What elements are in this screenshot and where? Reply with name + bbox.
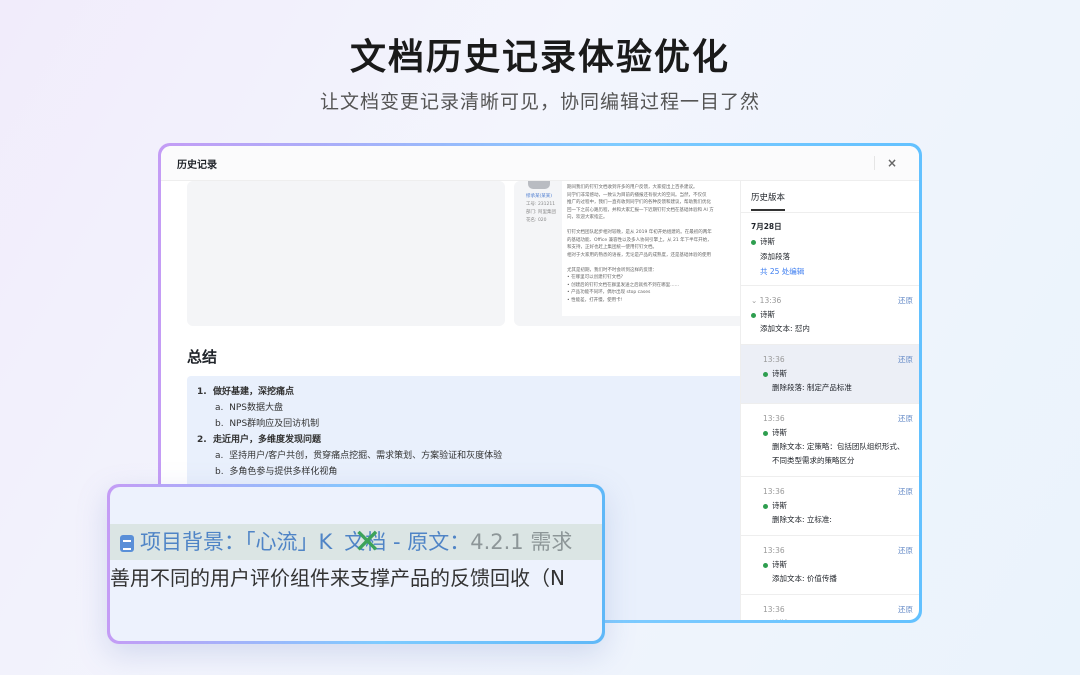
list-text: 多角色参与提供多样化视角 — [229, 467, 338, 477]
list-text: NPS数据大盘 — [229, 403, 283, 413]
history-item[interactable]: ⌄ 13:36 还原诗斯添加文本: 怼内 — [741, 286, 919, 345]
restore-button[interactable]: 还原 — [898, 544, 913, 558]
doc-bullet: 在哪里可以创建钉钉文档? — [571, 275, 623, 280]
cursor-x-icon: ✕ — [353, 522, 382, 562]
doc-bullet: 性能差，打开慢，使用卡! — [571, 297, 623, 303]
doc-line: 向，欢迎大家指正。 — [567, 215, 608, 220]
user-dot-icon — [763, 430, 768, 436]
history-item[interactable]: 13:36 还原诗斯删除文本: 立标准: — [741, 477, 919, 536]
author-name[interactable]: 缪承某(某某) — [526, 193, 556, 201]
doc-bullet: 创建后的钉钉文档在群里发送之后就找不到在哪里…… — [571, 282, 680, 288]
meta-line: 工号: 231211 — [526, 202, 556, 207]
user-dot-icon — [751, 312, 756, 318]
user-name: 诗斯 — [760, 237, 775, 246]
action-text: 添加段落 — [760, 252, 790, 261]
list-marker: 1. — [197, 387, 207, 397]
history-item[interactable]: 13:36还原诗斯删除文本: 立标准、定策略、解决重点 — [741, 595, 919, 620]
summary-item: a. NPS数据大盘 — [197, 400, 737, 416]
chevron-down-icon[interactable]: ⌄ — [751, 296, 760, 305]
close-icon[interactable]: × — [873, 156, 897, 170]
user-name: 诗斯 — [772, 501, 787, 510]
history-time: 13:36 — [763, 355, 785, 364]
restore-button[interactable]: 还原 — [898, 412, 913, 426]
list-marker: a. — [215, 451, 224, 461]
zoom-callout: 项目背景：「心流」K 文档 - 原文：4.2.1 需求 ✕ 善用不同的用户评价组件… — [107, 484, 605, 644]
summary-heading: 总结 — [187, 348, 218, 366]
doc-text: 期间我们的钉钉文档收到许多的用户反馈，大家提出上百条建议。同学们非常感动，一致认… — [562, 181, 740, 316]
restore-button[interactable]: 还原 — [898, 353, 913, 367]
list-text: 走近用户，多维度发现问题 — [212, 435, 321, 445]
meta-line: 花名: 020 — [526, 218, 547, 223]
meta-line: 部门: 阿里集团 — [526, 210, 556, 215]
summary-item: b. 多角色参与提供多样化视角 — [197, 464, 737, 480]
restore-button[interactable]: 还原 — [898, 294, 913, 308]
callout-text: 项目背景：「心流」K — [140, 530, 333, 554]
history-day-group[interactable]: 7月28日 诗斯 添加段落 共 25 处编辑 — [741, 213, 919, 286]
callout-text: 4.2.1 需求 — [470, 530, 573, 554]
doc-card: 缪承某(某某) 工号: 231211 部门: 阿里集团 花名: 020 期间我们… — [514, 181, 740, 326]
list-text: 做好基建，深挖痛点 — [212, 387, 294, 397]
hero-subtitle: 让文档变更记录清晰可见，协同编辑过程一目了然 — [319, 91, 760, 113]
avatar — [528, 181, 550, 189]
history-time: 13:36 — [759, 296, 782, 305]
doc-line — [567, 222, 740, 230]
list-marker: b. — [215, 419, 224, 429]
doc-line: 同学们非常感动，一致认为目前的播报还有很大的空间。当然，不仅仅 — [567, 192, 707, 198]
history-panel: 历史版本 7月28日 诗斯 添加段落 共 25 处编辑 ⌄ 13:36 还原 诗斯添… — [740, 181, 919, 620]
user-dot-icon — [763, 562, 768, 568]
doc-line: 尤其是初期，我们时不时会听到这样的反馈： — [567, 267, 657, 273]
history-time: 13:36 — [763, 414, 785, 423]
list-marker: a. — [215, 403, 224, 413]
history-time: 13:36 — [763, 546, 785, 555]
action-text: 添加文本: 怼内 — [760, 324, 810, 333]
hero-title: 文档历史记录体验优化 — [349, 37, 730, 78]
user-name: 诗斯 — [772, 369, 787, 378]
summary-item: 1. 做好基建，深挖痛点 — [197, 384, 737, 400]
user-name: 诗斯 — [772, 560, 787, 569]
action-text: 删除文本: 立标准: — [772, 515, 832, 524]
history-item[interactable]: 13:36 还原诗斯删除段落: 制定产品标准 — [741, 345, 919, 404]
history-item[interactable]: 13:36 还原诗斯删除文本: 定策略：包括团队组织形式、不同类型需求的策略区分 — [741, 404, 919, 477]
list-marker: b. — [215, 467, 224, 477]
date-label: 7月28日 — [751, 222, 782, 231]
action-text: 添加文本: 价值传播 — [772, 574, 837, 583]
summary-item: b. NPS群响应及回访机制 — [197, 416, 737, 432]
doc-line: 推广的过程中，我们一直有收到同学们的各种反馈和建议，帮助我们优化 — [567, 200, 711, 205]
doc-line — [567, 259, 740, 267]
action-text: 删除段落: 制定产品标准 — [772, 383, 852, 392]
list-text: 坚持用户/客户共创，贯穿痛点挖掘、需求策划、方案验证和灰度体验 — [229, 451, 503, 461]
restore-button[interactable]: 还原 — [898, 485, 913, 499]
doc-line: 期间我们的钉钉文档收到许多的用户反馈，大家提出上百条建议。 — [567, 185, 698, 190]
list-text: NPS群响应及回访机制 — [229, 419, 320, 429]
edits-count-link[interactable]: 共 25 处编辑 — [751, 264, 909, 279]
author-meta: 缪承某(某某) 工号: 231211 部门: 阿里集团 花名: 020 — [526, 193, 556, 225]
doc-line: 回一下之前心路历程，并和大家汇报一下近期钉钉文档在基础体验和 AI 方 — [567, 207, 714, 213]
history-item[interactable]: 13:36 还原诗斯添加文本: 价值传播 — [741, 536, 919, 595]
window-header: 历史记录 × — [161, 146, 919, 181]
doc-bullet: 产品功能不同环，偶尔出现 stop cases — [571, 290, 651, 295]
user-dot-icon — [763, 371, 768, 377]
user-dot-icon — [763, 503, 768, 509]
restore-button[interactable]: 还原 — [898, 603, 913, 617]
doc-line: 和支持，正好也赶上集团统一使用钉钉文档。 — [567, 245, 657, 250]
doc-line: 钉钉文档团队起步相对较晚，是从 2019 年初开始组建的。在最初的两年 — [567, 230, 712, 235]
history-time: 13:36 — [763, 487, 785, 496]
callout-body-text: 善用不同的用户评价组件来支撑产品的反馈回收（N — [110, 566, 565, 590]
user-name: 诗斯 — [772, 428, 787, 437]
summary-item: a. 坚持用户/客户共创，贯穿痛点挖掘、需求策划、方案验证和灰度体验 — [197, 448, 737, 464]
user-name: 诗斯 — [772, 619, 787, 620]
action-text: 删除文本: 定策略：包括团队组织形式、不同类型需求的策略区分 — [772, 442, 905, 465]
user-dot-icon — [751, 239, 756, 245]
history-time: 13:36 — [763, 605, 785, 614]
tab-history-versions[interactable]: 历史版本 — [751, 191, 786, 211]
window-title: 历史记录 — [177, 159, 217, 171]
summary-item: 2. 走近用户，多维度发现问题 — [197, 432, 737, 448]
doc-line: 相对于大家用的熟悉的语雀，无论是产品的成熟度，还是基础体验的使用 — [567, 252, 711, 258]
user-name: 诗斯 — [760, 310, 775, 319]
list-marker: 2. — [197, 435, 207, 445]
doc-line: 的基础功能、Office 兼容性以及多人协同引擎上。从 21 年下半年开始， — [567, 237, 712, 243]
image-card — [187, 181, 505, 326]
document-icon — [120, 534, 134, 552]
